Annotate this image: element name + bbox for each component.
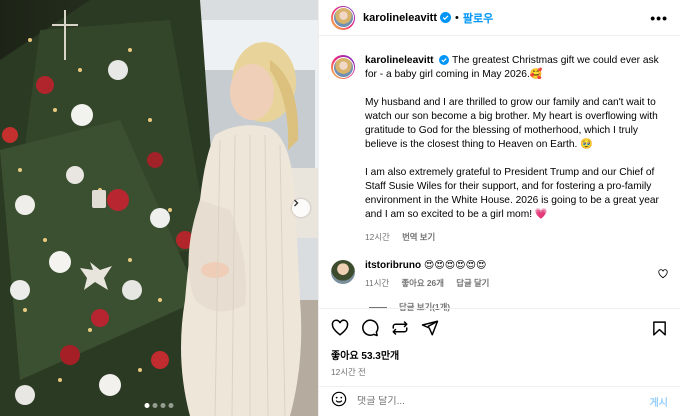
carousel-next-button[interactable]: [292, 199, 310, 217]
comment-time: 11시간: [365, 278, 390, 288]
post-time: 12시간 전: [331, 367, 366, 377]
likes-count[interactable]: 좋아요 53.3만개: [319, 337, 680, 362]
caption-avatar[interactable]: [331, 55, 355, 79]
reply-button[interactable]: 답글 달기: [456, 278, 489, 288]
verified-badge-icon: [439, 12, 451, 23]
translate-button[interactable]: 번역 보기: [402, 232, 435, 242]
carousel-dot: [152, 403, 158, 408]
christmas-photo: [0, 0, 318, 416]
post-dialog: karolineleavitt • 팔로우 ••• karolineleavit…: [0, 0, 680, 416]
action-bar: [319, 309, 680, 337]
author-username[interactable]: karolineleavitt: [363, 12, 437, 24]
comment-text: itstoribruno 😍😍😍😍😍😍: [365, 260, 658, 271]
more-options-icon[interactable]: •••: [650, 10, 668, 26]
comment-icon[interactable]: [361, 319, 379, 337]
share-icon[interactable]: [391, 319, 409, 337]
post-side-panel: karolineleavitt • 팔로우 ••• karolineleavit…: [318, 0, 680, 416]
caption-text: karolineleavitt The greatest Christmas g…: [365, 54, 668, 244]
caption-paragraph: My husband and I are thrilled to grow ou…: [365, 97, 658, 150]
separator: •: [454, 11, 459, 24]
post-actions: 좋아요 53.3만개 12시간 전: [319, 308, 680, 378]
chevron-right-icon: [294, 199, 299, 207]
carousel-dot: [168, 403, 174, 408]
caption-username[interactable]: karolineleavitt: [365, 55, 434, 66]
carousel-dots: [144, 403, 174, 408]
heart-outline-icon[interactable]: [658, 266, 668, 289]
post-comment-button[interactable]: 게시: [650, 394, 668, 409]
comment-input[interactable]: [357, 396, 650, 407]
bookmark-icon[interactable]: [651, 320, 668, 337]
comment-body: itstoribruno 😍😍😍😍😍😍 11시간 좋아요 26개 답글 달기: [365, 260, 658, 289]
heart-icon[interactable]: [331, 319, 349, 337]
commenter-avatar[interactable]: [331, 260, 355, 284]
commenter-username[interactable]: itstoribruno: [365, 260, 421, 271]
comment-bar: 게시: [319, 386, 680, 416]
post-header: karolineleavitt • 팔로우 •••: [319, 0, 680, 36]
caption-time: 12시간: [365, 232, 390, 242]
carousel-dot: [160, 403, 166, 408]
comment-likes[interactable]: 좋아요 26개: [401, 278, 443, 288]
post-photo[interactable]: [0, 0, 318, 416]
caption-paragraph: I am also extremely grateful to Presiden…: [365, 167, 659, 220]
caption-meta: 12시간 번역 보기: [365, 230, 668, 244]
follow-button[interactable]: 팔로우: [463, 10, 493, 26]
comment-content: 😍😍😍😍😍😍: [423, 260, 487, 271]
caption: karolineleavitt The greatest Christmas g…: [319, 36, 680, 244]
comment-item: itstoribruno 😍😍😍😍😍😍 11시간 좋아요 26개 답글 달기: [319, 244, 680, 289]
emoji-icon[interactable]: [331, 391, 347, 412]
comment-meta: 11시간 좋아요 26개 답글 달기: [365, 277, 658, 289]
author-avatar[interactable]: [331, 5, 355, 30]
verified-badge-icon: [439, 55, 450, 65]
send-icon[interactable]: [421, 319, 439, 337]
carousel-dot: [144, 403, 150, 408]
